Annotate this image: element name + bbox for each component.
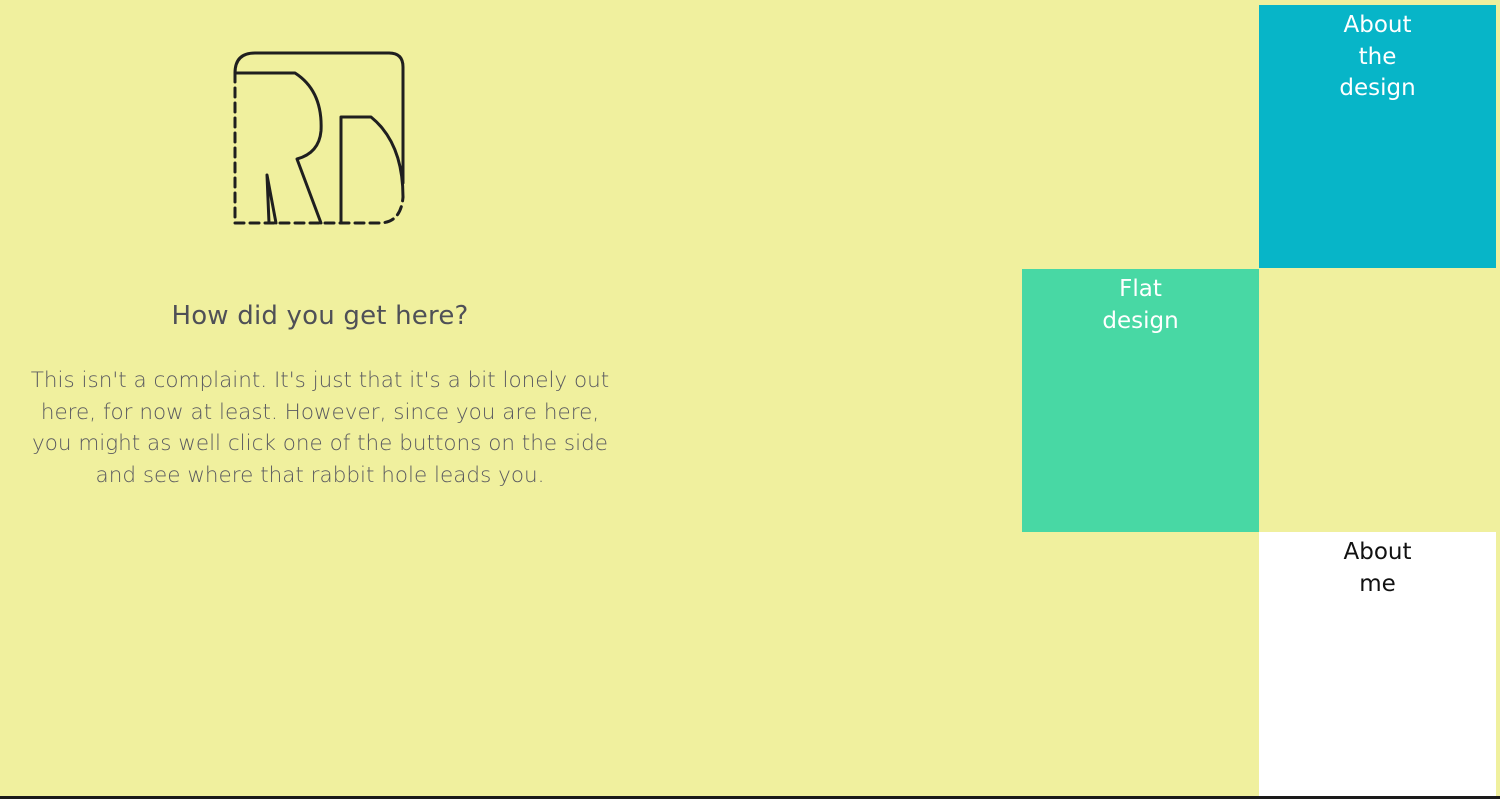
rd-monogram-icon: [233, 51, 405, 225]
about-me-button[interactable]: About me: [1259, 532, 1496, 797]
rd-logo: [229, 47, 409, 229]
about-the-design-label: About the design: [1339, 12, 1416, 101]
flat-design-button[interactable]: Flat design: [1022, 269, 1259, 532]
about-the-design-button[interactable]: About the design: [1259, 5, 1496, 268]
flat-design-label: Flat design: [1102, 276, 1179, 334]
about-me-label: About me: [1343, 539, 1412, 597]
intro-paragraph: This isn't a complaint. It's just that i…: [30, 368, 610, 488]
page-heading: How did you get here?: [171, 301, 469, 331]
